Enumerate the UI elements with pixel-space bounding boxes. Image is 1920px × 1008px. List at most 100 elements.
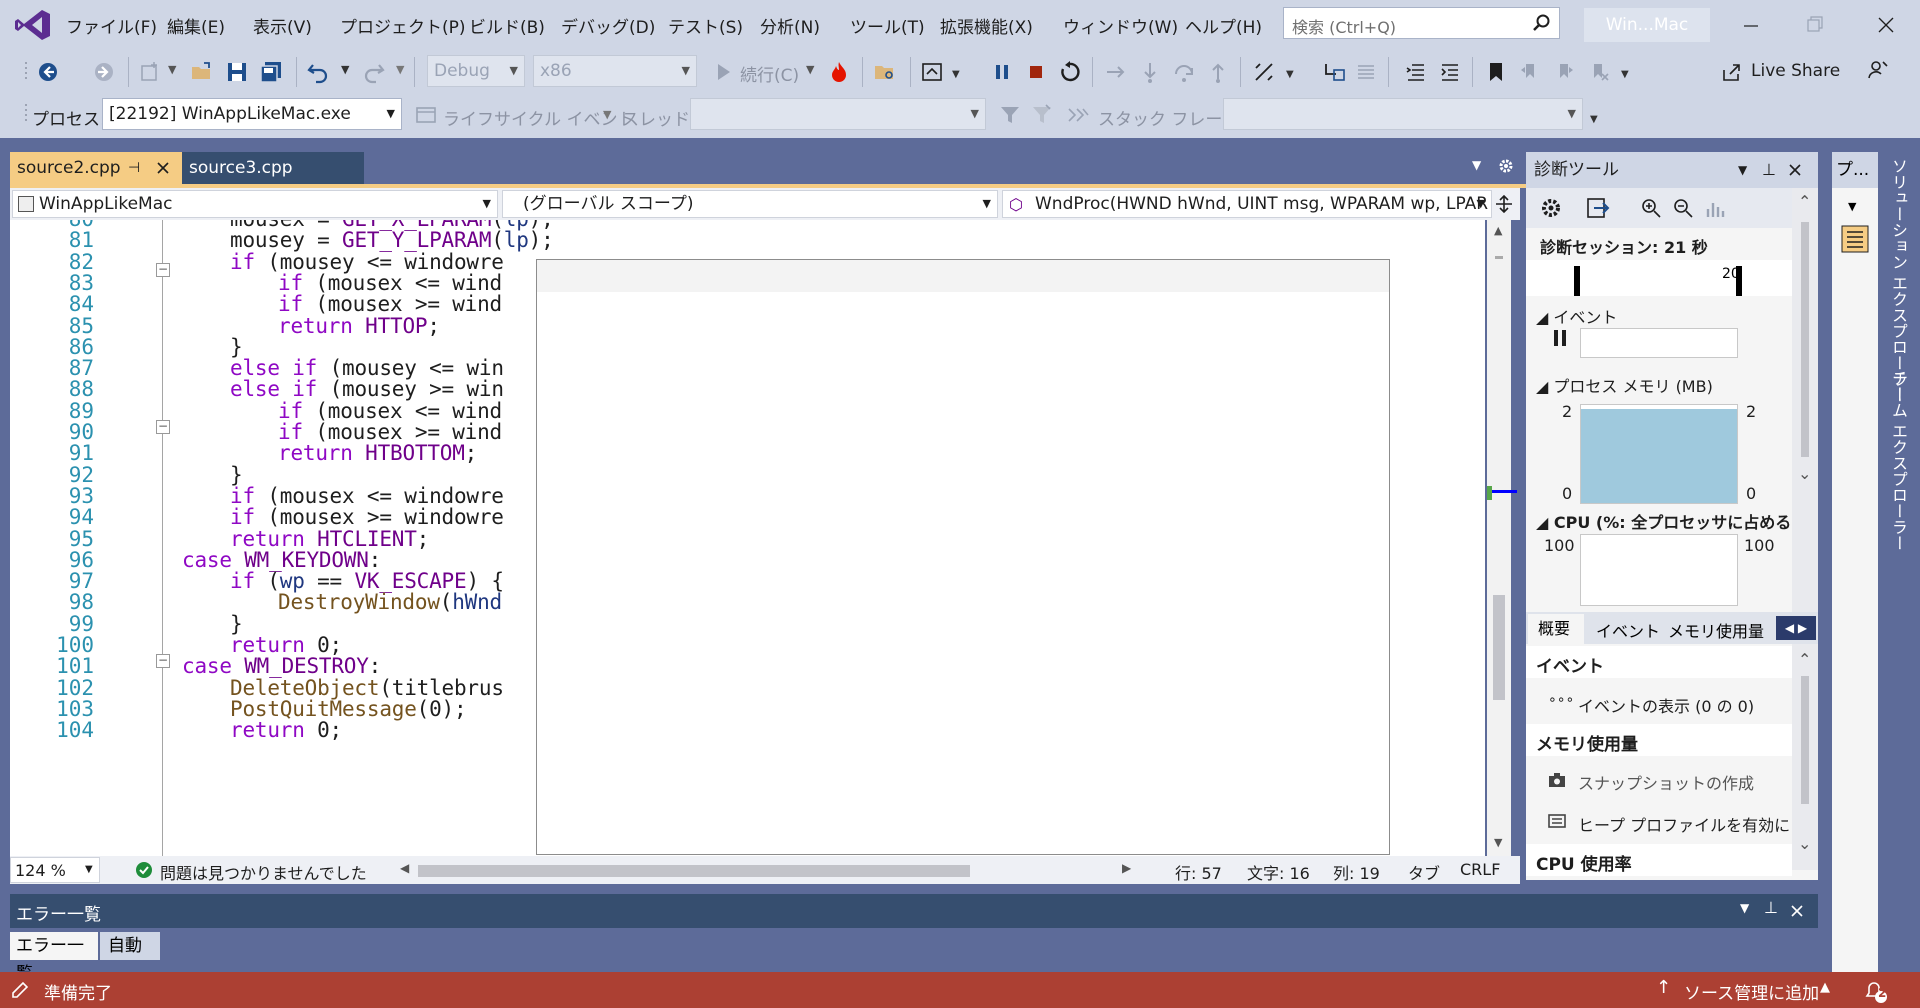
tab-summary[interactable]: 概要 — [1528, 614, 1584, 644]
new-project-icon[interactable] — [138, 60, 162, 84]
split-editor-icon[interactable] — [1494, 194, 1514, 214]
minimize-icon[interactable] — [1736, 10, 1766, 40]
scope-select[interactable]: (グローバル スコープ) ▼ — [502, 190, 998, 218]
stop-icon[interactable] — [1024, 60, 1048, 84]
menu-debug[interactable]: デバッグ(D) — [561, 13, 655, 38]
popup-titlebar[interactable] — [537, 260, 1389, 292]
scroll-thumb[interactable] — [1801, 222, 1809, 457]
scroll-up-icon[interactable]: ⌃ — [1798, 650, 1811, 669]
panel-menu-icon[interactable]: ▼ — [1740, 901, 1749, 915]
gear-icon[interactable] — [1498, 158, 1514, 174]
restore-icon[interactable] — [1800, 10, 1830, 40]
summary-scrollbar[interactable]: ⌃ ⌄ — [1792, 648, 1818, 870]
properties-tab[interactable]: プ... — [1832, 152, 1878, 188]
save-icon[interactable] — [225, 60, 249, 84]
tab-mode-indicator[interactable]: タブ — [1408, 860, 1440, 884]
menu-build[interactable]: ビルド(B) — [469, 13, 545, 38]
enable-heap-profile-button[interactable]: ヒープ プロファイルを有効にす — [1578, 812, 1790, 836]
reset-view-chart-icon[interactable] — [1704, 197, 1726, 219]
live-share-button[interactable]: Live Share — [1751, 61, 1840, 81]
tab-scroll-arrows[interactable]: ◀ ▶ — [1776, 616, 1816, 640]
scroll-up-icon[interactable]: ⌃ — [1798, 192, 1811, 211]
code-line[interactable]: return 0; — [230, 718, 342, 742]
continue-button-label[interactable]: 続行(C) — [740, 61, 799, 86]
collapse-block-icon[interactable]: − — [156, 654, 170, 668]
menu-edit[interactable]: 編集(E) — [167, 13, 225, 38]
redo-dropdown-icon[interactable]: ▼ — [396, 63, 404, 76]
step-into-icon[interactable] — [1138, 60, 1162, 84]
export-icon[interactable] — [1586, 197, 1610, 219]
pause-icon[interactable] — [990, 60, 1014, 84]
events-pause-icon[interactable] — [1554, 330, 1566, 346]
menu-project[interactable]: プロジェクト(P) — [340, 13, 466, 38]
lifecycle-dropdown-icon[interactable]: ▼ — [603, 108, 611, 121]
menu-analyze[interactable]: 分析(N) — [760, 13, 820, 38]
open-folder-icon[interactable] — [190, 60, 214, 84]
tab-events[interactable]: イベント — [1596, 618, 1660, 642]
diagnostic-tools-header[interactable]: 診断ツール ▼ ⊥ — [1526, 152, 1818, 188]
pin-icon[interactable]: ⊥ — [1762, 152, 1776, 188]
issues-status[interactable]: 問題は見つかりませんでした — [160, 860, 367, 884]
close-icon[interactable] — [1871, 10, 1901, 40]
menu-tools[interactable]: ツール(T) — [850, 13, 925, 38]
visual-studio-logo-icon[interactable] — [14, 8, 52, 42]
scroll-left-icon[interactable]: ◀ — [400, 861, 409, 875]
process-select[interactable]: [22192] WinAppLikeMac.exe ▼ — [102, 98, 402, 130]
stack-frame-icon[interactable] — [1066, 103, 1090, 127]
close-panel-icon[interactable] — [1790, 904, 1804, 918]
redo-icon[interactable] — [362, 60, 386, 84]
continue-play-icon[interactable] — [712, 60, 736, 84]
restart-icon[interactable] — [1058, 60, 1082, 84]
search-input[interactable]: 検索 (Ctrl+Q) — [1283, 7, 1560, 39]
code-line[interactable]: return HTBOTTOM; — [278, 441, 477, 465]
cpu-chart[interactable] — [1580, 534, 1738, 606]
menu-file[interactable]: ファイル(F) — [66, 13, 157, 38]
error-list-header[interactable]: エラー一覧 ▼ ⊥ — [10, 894, 1818, 928]
application-window-icon[interactable] — [920, 60, 944, 84]
undo-dropdown-icon[interactable]: ▼ — [341, 63, 349, 76]
tab-error-list[interactable]: エラー一覧 — [10, 932, 98, 984]
panel-menu-icon[interactable]: ▼ — [1738, 152, 1747, 188]
zoom-in-icon[interactable] — [1640, 197, 1662, 219]
back-icon[interactable] — [36, 60, 60, 84]
team-explorer-tab[interactable]: チーム エクスプローラー — [1886, 370, 1910, 551]
scroll-down-icon[interactable]: ⌄ — [1798, 834, 1811, 853]
scroll-up-icon[interactable]: ▲ — [1494, 224, 1502, 237]
code-map-dropdown-icon[interactable]: ▼ — [1286, 69, 1294, 80]
property-pages-icon[interactable] — [1840, 224, 1870, 254]
timeline-start-handle[interactable] — [1574, 266, 1580, 296]
undo-icon[interactable] — [306, 60, 330, 84]
horizontal-scroll-thumb[interactable] — [418, 865, 970, 877]
toolbar-grip-icon[interactable] — [14, 60, 38, 84]
lifecycle-events-icon[interactable] — [414, 103, 438, 127]
previous-bookmark-icon[interactable] — [1518, 60, 1542, 84]
zoom-out-icon[interactable] — [1672, 197, 1694, 219]
menu-test[interactable]: テスト(S) — [668, 13, 743, 38]
source-control-menu-icon[interactable]: ▲ — [1820, 980, 1830, 995]
step-into-specific-icon[interactable] — [1322, 60, 1346, 84]
cpu-section-title[interactable]: ◢ CPU (%: 全プロセッサに占める割合) — [1536, 509, 1792, 533]
outdent-icon[interactable] — [1404, 60, 1428, 84]
tab-source3-cpp[interactable]: source3.cpp — [182, 152, 364, 184]
collapse-block-icon[interactable]: − — [156, 263, 170, 277]
continue-dropdown-icon[interactable]: ▼ — [806, 63, 814, 76]
menu-help[interactable]: ヘルプ(H) — [1185, 13, 1262, 38]
show-events-link[interactable]: イベントの表示 (0 の 0) — [1578, 693, 1754, 717]
vertical-scrollbar[interactable]: ▲ ▼ — [1487, 220, 1517, 856]
clear-bookmarks-icon[interactable] — [1586, 60, 1610, 84]
solution-explorer-tab[interactable]: ソリューション エクスプローラー — [1886, 158, 1910, 403]
step-out-icon[interactable] — [1206, 60, 1230, 84]
step-over-icon[interactable] — [1172, 60, 1196, 84]
next-bookmark-icon[interactable] — [1552, 60, 1576, 84]
timeline-ruler[interactable]: 20 — [1526, 260, 1792, 296]
indent-icon[interactable] — [1438, 60, 1462, 84]
code-line[interactable]: return HTTOP; — [278, 314, 440, 338]
filter-icon[interactable] — [998, 103, 1022, 127]
memory-section-title[interactable]: ◢ プロセス メモリ (MB) — [1536, 373, 1713, 397]
flag-filter-icon[interactable] — [1030, 103, 1054, 127]
pin-icon[interactable]: ⊥ — [1764, 898, 1778, 917]
window-preview-popup[interactable] — [536, 259, 1390, 855]
bookmark-icon[interactable] — [1484, 60, 1508, 84]
tab-autos[interactable]: 自動 — [100, 932, 160, 960]
stack-frame-select[interactable]: ▼ — [1223, 98, 1583, 130]
